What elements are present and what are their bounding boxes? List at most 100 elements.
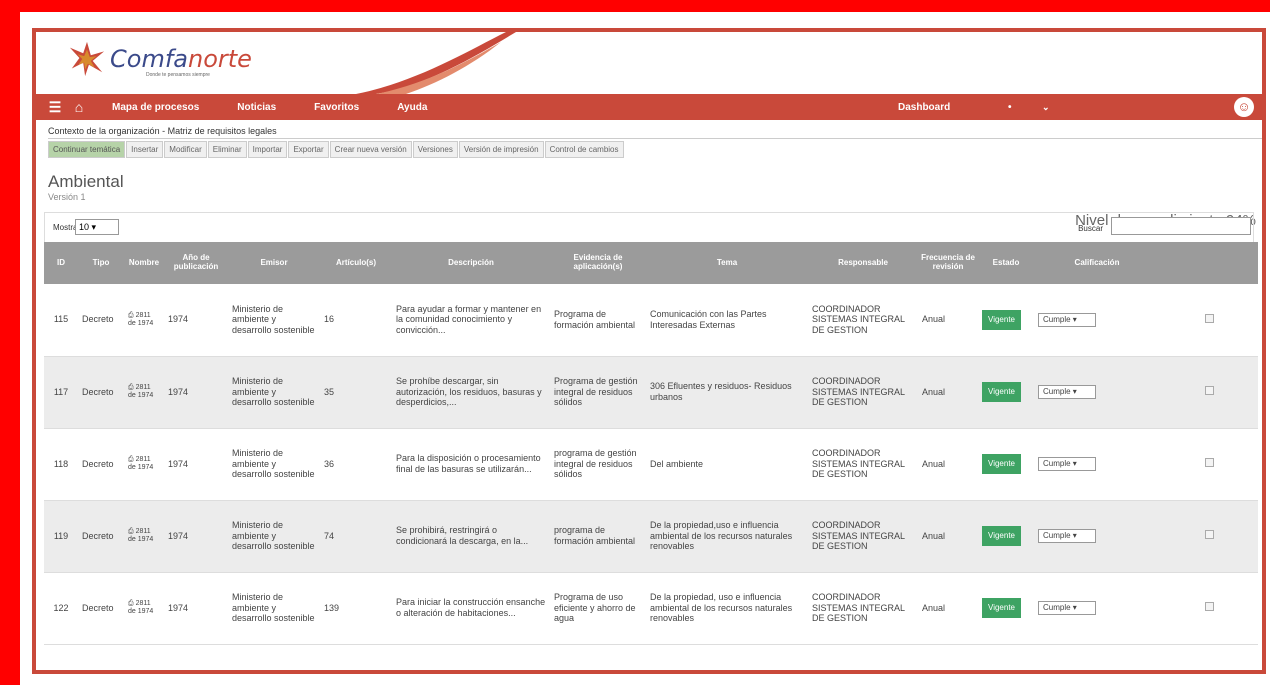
breadcrumb: Contexto de la organización - Matriz de … [48,126,277,136]
logo-tagline: Donde te pensamos siempre [146,72,210,78]
chevron-down-icon[interactable]: ⌄ [1042,102,1050,113]
cell-estado: Vigente [978,428,1034,501]
cell-articulo: 35 [320,356,392,429]
cell-frecuencia: Anual [918,428,978,501]
table-row[interactable]: 119 Decreto ⎙ 2811 de 1974 1974 Minister… [44,500,1258,573]
cell-responsable: COORDINADOR SISTEMAS INTEGRAL DE GESTION [808,428,918,501]
nav-item-mapa-procesos[interactable]: Mapa de procesos [112,102,199,113]
toolbar-continuar-button[interactable]: Continuar temática [48,141,126,158]
cell-id: 115 [44,284,78,357]
cell-evidencia: programa de gestión integral de residuos… [550,428,646,501]
cell-estado: Vigente [978,284,1034,357]
nav-item-dashboard[interactable]: Dashboard [898,102,950,113]
cell-emisor: Ministerio de ambiente y desarrollo sost… [228,428,320,501]
col-header-emisor[interactable]: Emisor [228,242,320,284]
toolbar-versiones-button[interactable]: Versiones [412,141,458,158]
toolbar-impresion-button[interactable]: Versión de impresión [458,141,544,158]
header-swoosh [356,32,516,94]
cell-tipo: Decreto [78,428,124,501]
nav-item-noticias[interactable]: Noticias [237,102,276,113]
row-checkbox[interactable] [1204,313,1214,323]
row-checkbox[interactable] [1204,530,1214,540]
toolbar-insertar-button[interactable]: Insertar [126,141,164,158]
cell-select [1160,572,1258,645]
cell-tipo: Decreto [78,500,124,573]
nav-item-favoritos[interactable]: Favoritos [314,102,359,113]
cell-descripcion: Para ayudar a formar y mantener en la co… [392,284,550,357]
cell-anio: 1974 [164,500,228,573]
cell-descripcion: Se prohibirá, restringirá o condicionará… [392,500,550,573]
cell-calificacion: Cumple ▾ [1034,428,1160,501]
col-header-id[interactable]: ID [44,242,78,284]
col-header-frecuencia[interactable]: Frecuencia de revisión [918,242,978,284]
col-header-evidencia[interactable]: Evidencia de aplicación(s) [550,242,646,284]
col-header-articulos[interactable]: Artículo(s) [320,242,392,284]
row-checkbox[interactable] [1204,602,1214,612]
col-header-estado[interactable]: Estado [978,242,1034,284]
col-header-tema[interactable]: Tema [646,242,808,284]
cell-nombre[interactable]: ⎙ 2811 de 1974 [124,572,164,645]
home-icon[interactable]: ⌂ [68,99,90,115]
col-header-anio[interactable]: Año de publicación [164,242,228,284]
cell-tipo: Decreto [78,572,124,645]
hamburger-icon[interactable]: ☰ [44,99,66,116]
status-badge: Vigente [982,526,1021,546]
cell-nombre[interactable]: ⎙ 2811 de 1974 [124,500,164,573]
cell-anio: 1974 [164,284,228,357]
toolbar-control-cambios-button[interactable]: Control de cambios [544,141,624,158]
document-icon: ⎙ [128,312,134,320]
cell-nombre[interactable]: ⎙ 2811 de 1974 [124,356,164,429]
document-icon: ⎙ [128,600,134,608]
cell-select [1160,356,1258,429]
cell-descripcion: Para la disposición o procesamiento fina… [392,428,550,501]
col-header-responsable[interactable]: Responsable [808,242,918,284]
table-row[interactable]: 117 Decreto ⎙ 2811 de 1974 1974 Minister… [44,356,1258,429]
section-title: Ambiental [48,172,124,191]
toolbar-importar-button[interactable]: Importar [247,141,288,158]
cell-estado: Vigente [978,500,1034,573]
calificacion-select[interactable]: Cumple ▾ [1038,385,1096,399]
col-header-nombre[interactable]: Nombre [124,242,164,284]
section-version: Versión 1 [48,192,86,202]
cell-nombre[interactable]: ⎙ 2811 de 1974 [124,428,164,501]
nav-item-ayuda[interactable]: Ayuda [397,102,427,113]
nav-dot: • [1008,101,1012,113]
cell-estado: Vigente [978,572,1034,645]
cell-id: 119 [44,500,78,573]
cell-frecuencia: Anual [918,572,978,645]
row-checkbox[interactable] [1204,386,1214,396]
show-entries-select[interactable]: 10 ▾ [75,219,119,235]
user-icon[interactable]: ☺ [1234,97,1254,117]
cell-id: 117 [44,356,78,429]
cell-id: 118 [44,428,78,501]
document-icon: ⎙ [128,528,134,536]
cell-anio: 1974 [164,572,228,645]
toolbar-modificar-button[interactable]: Modificar [164,141,207,158]
cell-evidencia: Programa de gestión integral de residuos… [550,356,646,429]
col-header-calificacion[interactable]: Calificación [1034,242,1160,284]
row-checkbox[interactable] [1204,458,1214,468]
col-header-tipo[interactable]: Tipo [78,242,124,284]
toolbar-eliminar-button[interactable]: Eliminar [207,141,247,158]
cell-responsable: COORDINADOR SISTEMAS INTEGRAL DE GESTION [808,284,918,357]
cell-anio: 1974 [164,428,228,501]
cell-nombre[interactable]: ⎙ 2811 de 1974 [124,284,164,357]
search-input[interactable] [1111,217,1251,235]
calificacion-select[interactable]: Cumple ▾ [1038,601,1096,615]
col-header-descripcion[interactable]: Descripción [392,242,550,284]
calificacion-select[interactable]: Cumple ▾ [1038,457,1096,471]
toolbar-nueva-version-button[interactable]: Crear nueva versión [329,141,412,158]
status-badge: Vigente [982,454,1021,474]
table-row[interactable]: 122 Decreto ⎙ 2811 de 1974 1974 Minister… [44,572,1258,645]
cell-calificacion: Cumple ▾ [1034,572,1160,645]
calificacion-select[interactable]: Cumple ▾ [1038,529,1096,543]
toolbar-exportar-button[interactable]: Exportar [288,141,329,158]
cell-tema: De la propiedad, uso e influencia ambien… [646,572,808,645]
document-icon: ⎙ [128,384,134,392]
calificacion-select[interactable]: Cumple ▾ [1038,312,1096,327]
cell-tema: Comunicación con las Partes Interesadas … [646,284,808,357]
table-row[interactable]: 118 Decreto ⎙ 2811 de 1974 1974 Minister… [44,428,1258,501]
cell-select [1160,500,1258,573]
table-row[interactable]: 115 Decreto ⎙ 2811 de 1974 1974 Minister… [44,284,1258,357]
cell-frecuencia: Anual [918,356,978,429]
